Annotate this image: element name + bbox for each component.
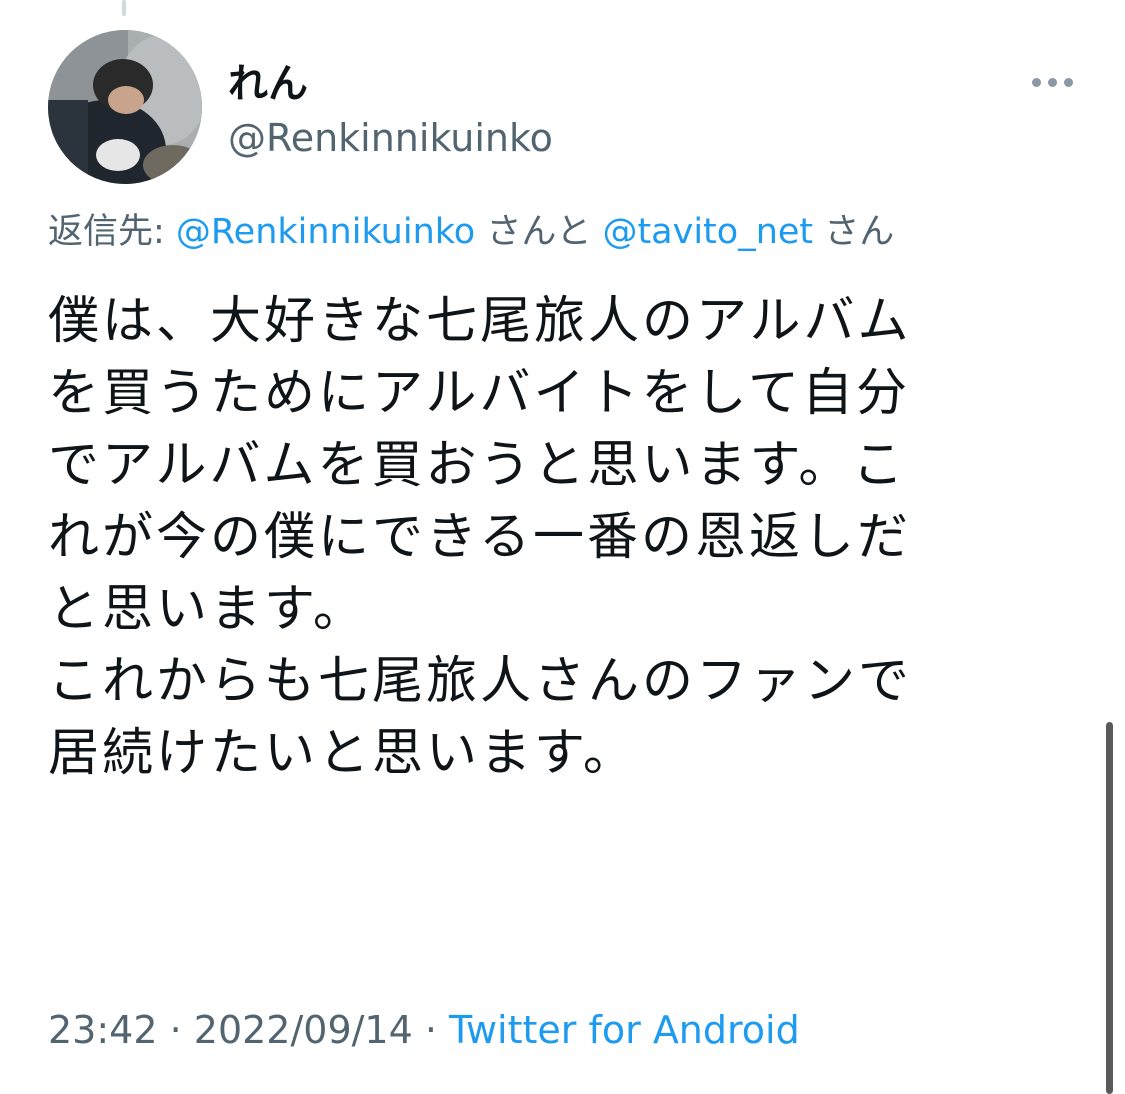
tweet-metadata: 23:42 · 2022/09/14 · Twitter for Android	[48, 1006, 800, 1054]
scrollbar[interactable]	[1106, 722, 1113, 1094]
tweet-time[interactable]: 23:42	[48, 1008, 158, 1052]
thread-connector-line	[122, 0, 126, 16]
tweet-text: 僕は、大好きな七尾旅人のアルバム を買うためにアルバイトをして自分 でアルバムを…	[48, 286, 1048, 790]
meta-separator: ·	[412, 1008, 450, 1052]
tweet-text-line: 居続けたいと思います。	[48, 724, 637, 783]
display-name[interactable]: れん	[228, 60, 308, 108]
profile-photo-icon	[48, 30, 202, 184]
reply-joiner: さんと	[475, 212, 603, 252]
tweet-text-line: と思います。	[48, 580, 367, 639]
tweet-text-line: でアルバムを買おうと思います。こ	[48, 436, 907, 495]
tweet-text-line: を買うためにアルバイトをして自分	[48, 364, 910, 423]
more-horizontal-icon	[1031, 77, 1041, 87]
user-handle[interactable]: @Renkinnikuinko	[228, 114, 553, 162]
reply-suffix: さん	[813, 212, 895, 252]
reply-prefix: 返信先:	[48, 212, 176, 252]
replying-to: 返信先: @Renkinnikuinko さんと @tavito_net さん	[48, 208, 894, 256]
reply-mention-link[interactable]: @tavito_net	[602, 212, 813, 252]
tweet-text-line: れが今の僕にできる一番の恩返しだ	[48, 508, 911, 567]
more-options-button[interactable]	[1024, 64, 1080, 100]
tweet-text-line: 僕は、大好きな七尾旅人のアルバム	[48, 292, 912, 351]
reply-mention-link[interactable]: @Renkinnikuinko	[176, 212, 475, 252]
tweet-date[interactable]: 2022/09/14	[194, 1008, 413, 1052]
more-horizontal-icon	[1063, 77, 1073, 87]
more-horizontal-icon	[1047, 77, 1057, 87]
tweet-text-line: これからも七尾旅人さんのファンで	[48, 652, 913, 711]
tweet-source-link[interactable]: Twitter for Android	[449, 1008, 800, 1052]
meta-separator: ·	[157, 1008, 194, 1052]
avatar[interactable]	[48, 30, 202, 184]
